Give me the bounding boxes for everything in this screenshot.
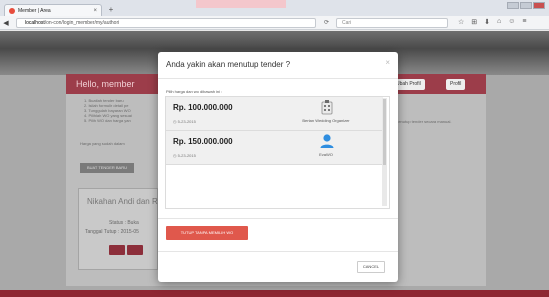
divider (158, 251, 398, 252)
bid-list: Rp. 100.000.000 ◷ 5-23-2015 Bertan Weddi… (165, 96, 390, 209)
tab-close-icon[interactable]: × (93, 8, 97, 14)
status-label: Status : (109, 220, 126, 226)
bid-item[interactable]: Rp. 100.000.000 ◷ 5-23-2015 Bertan Weddi… (166, 97, 383, 131)
date-label: Tanggal Tutup : (85, 229, 120, 235)
scrollbar-thumb[interactable] (383, 99, 386, 165)
delete-tender-button[interactable] (127, 245, 143, 255)
window-controls (507, 2, 545, 9)
bookmark-icon[interactable]: ☆ (458, 18, 464, 26)
url-domain: localhost (25, 20, 45, 26)
price-note: Harga yang sudah dalam (80, 141, 125, 146)
profile-button[interactable]: Profil (446, 79, 466, 90)
back-arrow-icon[interactable]: ◀ (0, 19, 12, 27)
browser-tab[interactable]: Member | Area × (4, 4, 102, 16)
bid-price: Rp. 100.000.000 (173, 103, 233, 112)
profile-icon[interactable]: ☺ (508, 18, 515, 26)
download-icon[interactable]: ⬇ (484, 18, 490, 26)
user-icon (320, 134, 334, 148)
maximize-button[interactable] (520, 2, 532, 9)
view-tender-button[interactable] (109, 245, 125, 255)
bid-date-value: 5-23-2015 (177, 119, 196, 124)
decorative-strip (196, 0, 286, 8)
tab-title: Member | Area (18, 7, 51, 14)
close-tender-dialog: Anda yakin akan menutup tender ? × Pilih… (158, 52, 398, 282)
tender-name: Nikahan Andi dan Ri (87, 197, 160, 206)
close-window-button[interactable] (533, 2, 545, 9)
bid-organizer: EvaWO (319, 152, 333, 157)
status-value: Buka (127, 220, 139, 226)
date-row: Tanggal Tutup : 2015-05 (85, 229, 139, 235)
list-item: 5. Pilih WO dan harga yan (84, 118, 131, 123)
browser-nav-bar: ◀ localhost/on-con/login_member/my/autho… (0, 16, 549, 30)
close-icon[interactable]: × (385, 58, 390, 67)
home-icon[interactable]: ⌂ (497, 18, 501, 26)
instructions-list: 1. Buatlah tender baru 2. Isilah formuli… (84, 98, 132, 123)
new-tender-button[interactable]: BUAT TENDER BARU (80, 163, 134, 173)
refresh-icon[interactable]: ⟳ (324, 19, 329, 26)
tender-card: Nikahan Andi dan Ri Status : Buka Tangga… (78, 188, 160, 270)
reading-list-icon[interactable]: ⊞ (471, 18, 477, 26)
bid-item[interactable]: Rp. 150.000.000 ◷ 5-23-2015 EvaWO (166, 131, 383, 165)
address-bar[interactable]: localhost/on-con/login_member/my/authori (16, 18, 316, 28)
side-note: menutup tender secara manual. (395, 119, 452, 124)
search-input[interactable]: Cari (336, 18, 448, 28)
close-without-wo-button[interactable]: TUTUP TANPA MEMILIH WO (166, 226, 248, 240)
bid-date: ◷ 5-23-2015 (173, 153, 196, 158)
bid-date: ◷ 5-23-2015 (173, 119, 196, 124)
building-icon (321, 100, 333, 115)
cancel-button[interactable]: CANCEL (357, 261, 385, 273)
divider (158, 78, 398, 79)
menu-icon[interactable]: ≡ (522, 18, 526, 26)
date-value: 2015-05 (120, 229, 139, 235)
favicon-icon (9, 7, 15, 14)
bid-organizer: Bertan Wedding Organizer (302, 118, 350, 123)
minimize-button[interactable] (507, 2, 519, 9)
bid-date-value: 5-23-2015 (177, 153, 196, 158)
new-tab-button[interactable]: + (106, 6, 116, 15)
browser-toolbar: ☆ ⊞ ⬇ ⌂ ☺ ≡ (458, 18, 527, 26)
hello-heading: Hello, member (76, 79, 135, 89)
footer-bar (0, 290, 549, 297)
url-path: /on-con/login_member/my/authori (44, 20, 120, 26)
list-scrollbar[interactable] (382, 98, 387, 206)
dialog-title: Anda yakin akan menutup tender ? (166, 60, 291, 69)
status-row: Status : Buka (109, 220, 139, 226)
divider (158, 218, 398, 219)
browser-tab-bar: Member | Area × + (0, 0, 549, 16)
bid-price: Rp. 150.000.000 (173, 137, 233, 146)
bid-list-label: Pilih harga dan wo dibawah ini : (166, 89, 223, 94)
